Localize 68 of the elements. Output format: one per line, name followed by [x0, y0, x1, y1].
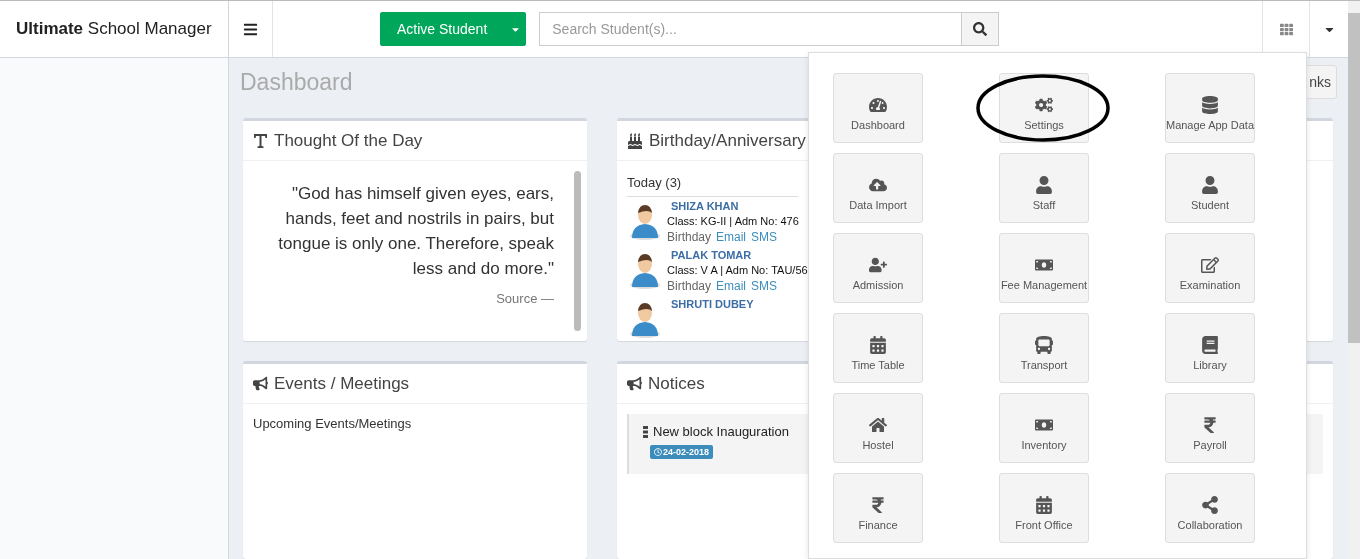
action-link[interactable]: SMS	[751, 230, 778, 244]
menu-tile[interactable]: Staff	[999, 153, 1089, 223]
person-details: Class: KG-II | Adm No: 476	[667, 215, 799, 227]
gears-icon	[1035, 95, 1053, 114]
action-link[interactable]: Email	[716, 279, 747, 293]
search-button[interactable]	[961, 12, 1000, 46]
menu-tile[interactable]: Manage App Data	[1165, 73, 1255, 143]
date-badge: 24-02-2018	[650, 445, 714, 459]
panel-title: Thought Of the Day	[274, 130, 423, 151]
menu-tile[interactable]: Inventory	[999, 393, 1089, 463]
cake-icon	[627, 132, 643, 149]
book-icon	[1201, 335, 1219, 354]
person-name[interactable]: PALAK TOMAR	[667, 249, 808, 261]
menu-tile[interactable]: Admission	[833, 233, 923, 303]
search-icon	[973, 22, 988, 36]
menu-icon	[243, 21, 258, 37]
menu-tile[interactable]: Hostel	[833, 393, 923, 463]
panel-title: Notices	[648, 373, 705, 394]
rupee-icon	[869, 495, 887, 514]
search-field[interactable]: Search Student(s)...	[539, 12, 962, 46]
gauge-icon	[869, 95, 887, 114]
panel-title: Birthday/Anniversary	[649, 130, 806, 151]
menu-tile[interactable]: Library	[1165, 313, 1255, 383]
menu-tile[interactable]: Dashboard	[833, 73, 923, 143]
menu-tile[interactable]: Time Table	[833, 313, 923, 383]
scrollbar-thumb[interactable]	[574, 171, 581, 331]
rupee-icon	[1201, 415, 1219, 434]
person-name[interactable]: SHIZA KHAN	[667, 200, 799, 212]
bars-icon	[643, 425, 648, 438]
action-link[interactable]: Email	[716, 230, 747, 244]
menu-tile[interactable]: Data Import	[833, 153, 923, 223]
calendar-icon	[1035, 495, 1053, 514]
megaphone-icon	[627, 376, 642, 391]
quote-source: Source —	[496, 291, 554, 306]
menu-tile[interactable]: Student	[1165, 153, 1255, 223]
menu-tile[interactable]: Front Office	[999, 473, 1089, 543]
page-title: Dashboard	[240, 68, 353, 96]
scrollbar-thumb[interactable]	[1348, 13, 1360, 343]
menu-tile[interactable]: Settings	[999, 73, 1089, 143]
person-details: Class: V A | Adm No: TAU/56	[667, 264, 808, 276]
share-icon	[1201, 495, 1219, 514]
database-icon	[1201, 95, 1219, 114]
menu-tile[interactable]: Examination	[1165, 233, 1255, 303]
calendar-icon	[869, 335, 887, 354]
user-plus-icon	[869, 255, 887, 274]
section-subtitle: Upcoming Events/Meetings	[252, 415, 413, 433]
apps-button[interactable]	[1262, 1, 1310, 57]
edit-icon	[1201, 255, 1219, 274]
user-icon	[1035, 175, 1053, 194]
group-label: Today (3)	[627, 175, 798, 197]
panel-title: Events / Meetings	[274, 373, 410, 394]
home-icon	[869, 415, 887, 434]
menu-tile[interactable]: Payroll	[1165, 393, 1255, 463]
menu-tile[interactable]: Finance	[833, 473, 923, 543]
person-name[interactable]: SHRUTI DUBEY	[667, 298, 754, 310]
megaphone-icon	[253, 376, 268, 391]
menu-tile[interactable]: Fee Management	[999, 233, 1089, 303]
menu-tile[interactable]: Collaboration	[1165, 473, 1255, 543]
bus-icon	[1035, 335, 1053, 354]
occasion-label: Birthday	[667, 230, 712, 244]
grid-icon	[1279, 22, 1293, 36]
occasion-label: Birthday	[667, 279, 712, 293]
user-icon	[1201, 175, 1219, 194]
text-icon	[253, 133, 268, 148]
menu-tile[interactable]: Transport	[999, 313, 1089, 383]
action-link[interactable]: SMS	[751, 279, 778, 293]
notice-title: New block Inauguration	[653, 424, 789, 439]
quote-text: "God has himself given eyes, ears, hands, feet and nostrils in pairs, but tongue is only one. Therefore, speak less and do more."	[277, 183, 554, 280]
